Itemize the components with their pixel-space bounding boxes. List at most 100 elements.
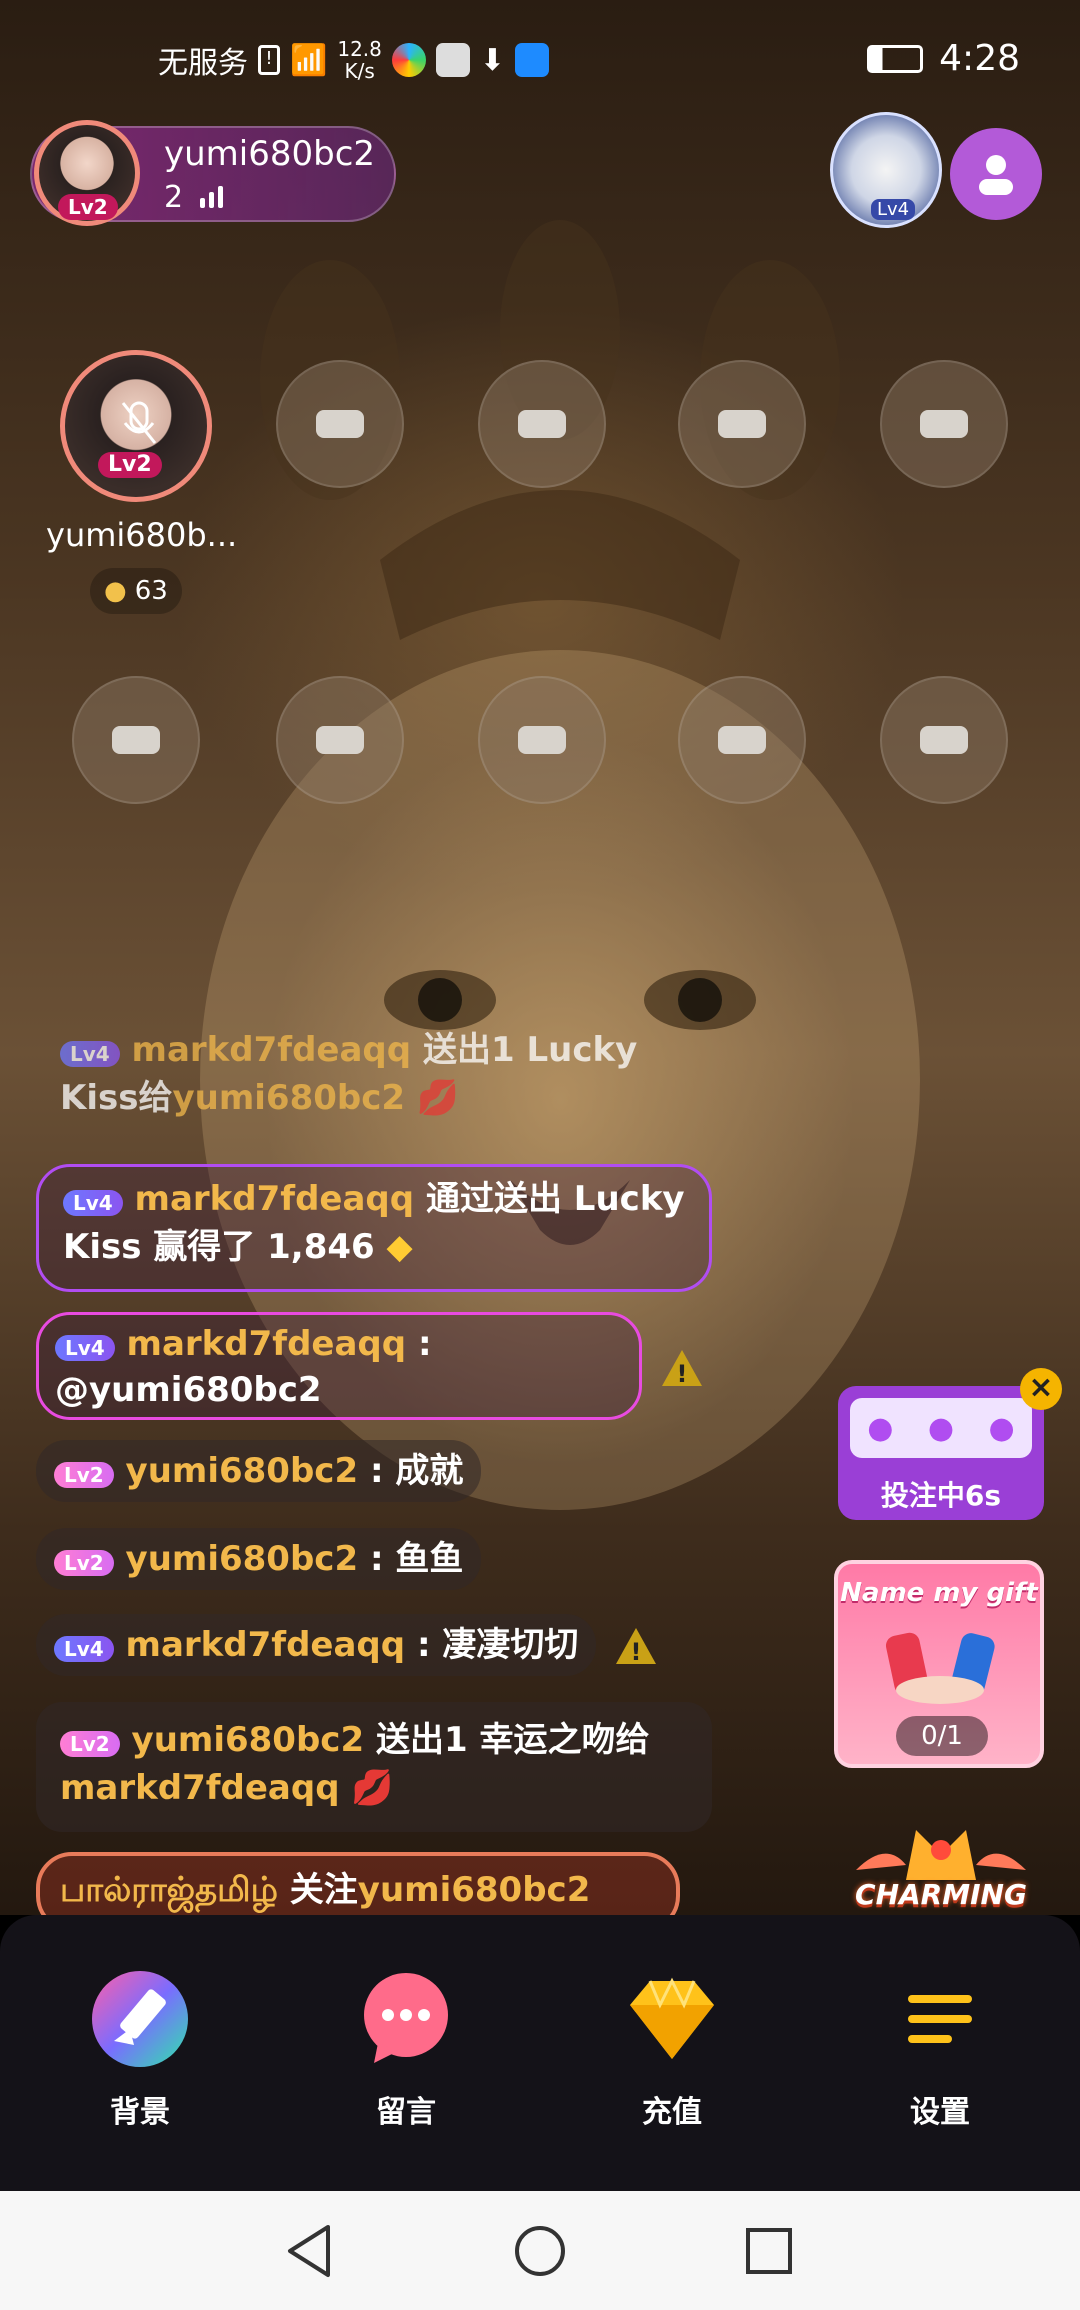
user-icon: [979, 155, 1013, 195]
chat-username[interactable]: markd7fdeaqq: [135, 1179, 415, 1219]
battery-icon: [867, 44, 924, 73]
seat-occupied-avatar[interactable]: [60, 350, 212, 502]
recharge-label: 充值: [642, 2095, 702, 2130]
back-icon[interactable]: [284, 2223, 334, 2279]
chat-message-highlight: Lv4 markd7fdeaqq 通过送出 Lucky Kiss 赢得了 1,8…: [36, 1164, 712, 1292]
clock: 4:28: [939, 38, 1020, 79]
signal-bars-icon: [200, 186, 223, 208]
sofa-icon: [112, 726, 160, 754]
level-badge: Lv2: [54, 1462, 114, 1488]
empty-seat[interactable]: [678, 360, 806, 488]
report-warning-icon[interactable]: !: [660, 1348, 704, 1388]
message-icon: [364, 1973, 448, 2063]
huawei-app-icon: [435, 43, 470, 77]
chat-text: 送出1 Lucky: [422, 1030, 638, 1070]
chat-text: 送出1 幸运之吻给: [375, 1720, 650, 1760]
background-label: 背景: [110, 2095, 170, 2130]
chat-username[interactable]: yumi680bc2: [132, 1720, 365, 1760]
coin-icon: ●: [104, 576, 127, 606]
app-icon: [515, 43, 550, 77]
charming-label: CHARMING: [855, 1878, 1027, 1911]
chat-username[interactable]: yumi680bc2: [126, 1451, 359, 1491]
chat-text: 关注: [289, 1870, 358, 1910]
viewer-count: 2: [164, 180, 184, 215]
chat-message: Lv2 yumi680bc2 : 鱼鱼: [36, 1528, 482, 1590]
empty-seat[interactable]: [478, 676, 606, 804]
chat-username[interactable]: markd7fdeaqq: [132, 1030, 412, 1070]
bet-options: ● ● ●: [850, 1398, 1032, 1458]
empty-seat[interactable]: [880, 676, 1008, 804]
settings-label: 设置: [910, 2095, 970, 2130]
online-users-button[interactable]: [950, 128, 1042, 220]
level-badge: Lv4: [60, 1041, 120, 1067]
empty-seat[interactable]: [478, 360, 606, 488]
charming-widget[interactable]: CHARMING: [846, 1810, 1036, 1916]
empty-seat[interactable]: [678, 676, 806, 804]
chat-username[interactable]: பால்ராஜ்தமிழ்: [60, 1870, 278, 1910]
chat-text: Kiss给: [60, 1078, 173, 1118]
chat-text: : 凄凄切切: [405, 1625, 579, 1665]
status-bar: 无服务 ! 📶 12.8 K/s ⬇ 4:28: [0, 0, 1080, 120]
chat-message-mention: Lv4 markd7fdeaqq : @yumi680bc2: [36, 1312, 642, 1420]
chat-username[interactable]: yumi680bc2: [358, 1870, 591, 1910]
carrier-text: 无服务: [158, 46, 248, 81]
empty-seat[interactable]: [276, 676, 404, 804]
diamond-icon: ◆: [386, 1227, 413, 1267]
message-label: 留言: [376, 2095, 436, 2130]
betting-widget[interactable]: ● ● ● 投注中6s: [838, 1386, 1044, 1520]
level-badge: Lv4: [54, 1636, 114, 1662]
empty-seat[interactable]: [72, 676, 200, 804]
home-icon[interactable]: [513, 2224, 567, 2278]
menu-icon: [908, 1995, 972, 2043]
name-gift-count: 0/1: [896, 1716, 988, 1756]
wifi-icon: 📶: [290, 42, 328, 78]
browser-icon: [391, 43, 426, 77]
no-sim-icon: !: [258, 45, 280, 75]
level-badge-icon[interactable]: Lv4: [830, 112, 942, 228]
report-warning-icon[interactable]: !: [614, 1626, 658, 1666]
octopus-icon: ●: [988, 1410, 1015, 1446]
empty-seat[interactable]: [276, 360, 404, 488]
bottom-toolbar: 背景 留言 充值 设置: [0, 1915, 1080, 2191]
chat-username[interactable]: yumi680bc2: [172, 1078, 405, 1118]
level-badge: Lv2: [60, 1731, 120, 1757]
chat-username[interactable]: yumi680bc2: [126, 1539, 359, 1579]
recents-icon[interactable]: [744, 2226, 794, 2276]
chat-text: Kiss 赢得了 1,846: [63, 1227, 375, 1267]
empty-seat[interactable]: [880, 360, 1008, 488]
chat-mention: @yumi680bc2: [55, 1370, 322, 1410]
chat-text: 通过送出 Lucky: [425, 1179, 685, 1219]
octopus-icon: ●: [867, 1410, 894, 1446]
net-speed: 12.8 K/s: [337, 37, 382, 83]
download-icon: ⬇: [479, 42, 506, 78]
sofa-icon: [518, 726, 566, 754]
chat-username[interactable]: markd7fdeaqq: [126, 1625, 406, 1665]
level-badge: Lv2: [54, 1550, 114, 1576]
sofa-icon: [316, 410, 364, 438]
close-icon[interactable]: ×: [1020, 1368, 1062, 1410]
chat-text: : 鱼鱼: [358, 1539, 464, 1579]
chat-text: : 成就: [358, 1451, 464, 1491]
sofa-icon: [316, 726, 364, 754]
bet-status: 投注中6s: [880, 1479, 1002, 1512]
kiss-gift-icon: 💋: [416, 1078, 460, 1118]
name-gift-title: Name my gift: [840, 1578, 1038, 1608]
seat-level-badge: Lv2: [98, 452, 162, 478]
svg-text:!: !: [631, 1638, 642, 1666]
sofa-icon: [518, 410, 566, 438]
sofa-icon: [920, 726, 968, 754]
mic-muted-icon: [121, 401, 157, 444]
octopus-icon: ●: [927, 1410, 955, 1446]
diamond-icon: [630, 1977, 714, 2059]
host-level-badge: Lv2: [58, 194, 118, 220]
sofa-icon: [920, 410, 968, 438]
seat-coin-count: ● 63: [90, 568, 182, 614]
level-badge: Lv4: [55, 1335, 115, 1361]
chat-message: Lv4 markd7fdeaqq 送出1 Lucky Kiss给yumi680b…: [60, 1026, 700, 1122]
kiss-gift-icon: 💋: [351, 1768, 394, 1808]
name-my-gift-widget[interactable]: Name my gift 0/1: [834, 1560, 1044, 1768]
sofa-icon: [718, 726, 766, 754]
level-badge: Lv4: [63, 1190, 123, 1216]
chat-username[interactable]: markd7fdeaqq: [60, 1768, 340, 1808]
chat-username[interactable]: markd7fdeaqq: [127, 1324, 407, 1364]
